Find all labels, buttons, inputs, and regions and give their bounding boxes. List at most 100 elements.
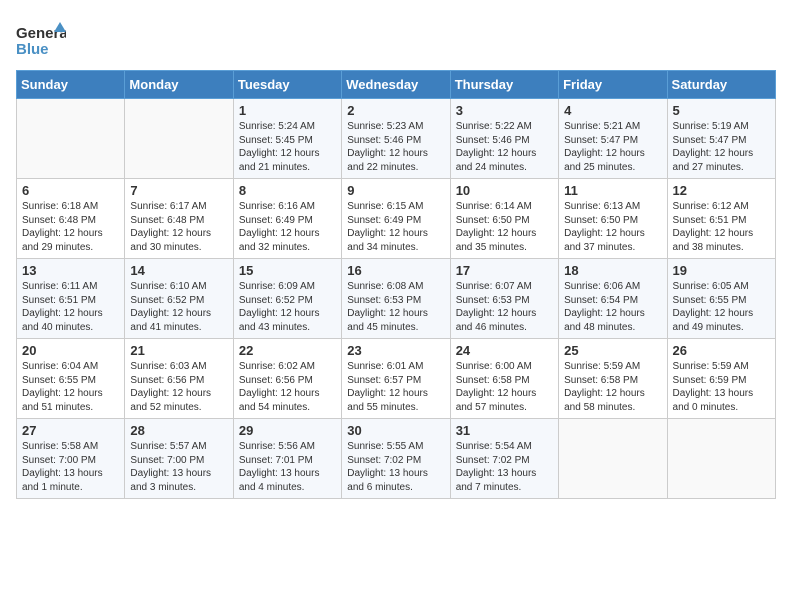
day-info: Sunrise: 5:19 AM Sunset: 5:47 PM Dayligh… [673, 120, 770, 174]
calendar-cell: 23 Sunrise: 6:01 AM Sunset: 6:57 PM Dayli… [342, 339, 450, 419]
calendar-week-4: 20 Sunrise: 6:04 AM Sunset: 6:55 PM Dayli… [17, 339, 776, 419]
logo-svg: General Blue [16, 20, 66, 62]
calendar-cell [667, 419, 775, 499]
day-number: 16 [347, 263, 444, 278]
day-number: 1 [239, 103, 336, 118]
calendar-cell: 5 Sunrise: 5:19 AM Sunset: 5:47 PM Daylig… [667, 99, 775, 179]
day-info: Sunrise: 5:23 AM Sunset: 5:46 PM Dayligh… [347, 120, 444, 174]
calendar-cell: 20 Sunrise: 6:04 AM Sunset: 6:55 PM Dayli… [17, 339, 125, 419]
calendar-cell: 30 Sunrise: 5:55 AM Sunset: 7:02 PM Dayli… [342, 419, 450, 499]
day-number: 9 [347, 183, 444, 198]
calendar-cell: 13 Sunrise: 6:11 AM Sunset: 6:51 PM Dayli… [17, 259, 125, 339]
day-info: Sunrise: 6:07 AM Sunset: 6:53 PM Dayligh… [456, 280, 553, 334]
day-info: Sunrise: 5:54 AM Sunset: 7:02 PM Dayligh… [456, 440, 553, 494]
calendar-header-row: SundayMondayTuesdayWednesdayThursdayFrid… [17, 71, 776, 99]
day-info: Sunrise: 6:13 AM Sunset: 6:50 PM Dayligh… [564, 200, 661, 254]
day-number: 3 [456, 103, 553, 118]
calendar-week-5: 27Sunrise: 5:58 AM Sunset: 7:00 PM Dayli… [17, 419, 776, 499]
calendar-cell: 16 Sunrise: 6:08 AM Sunset: 6:53 PM Dayli… [342, 259, 450, 339]
day-info: Sunrise: 6:09 AM Sunset: 6:52 PM Dayligh… [239, 280, 336, 334]
day-info: Sunrise: 6:16 AM Sunset: 6:49 PM Dayligh… [239, 200, 336, 254]
day-number: 29 [239, 423, 336, 438]
day-info: Sunrise: 5:22 AM Sunset: 5:46 PM Dayligh… [456, 120, 553, 174]
svg-text:Blue: Blue [16, 41, 49, 58]
day-info: Sunrise: 6:15 AM Sunset: 6:49 PM Dayligh… [347, 200, 444, 254]
weekday-header-friday: Friday [559, 71, 667, 99]
weekday-header-monday: Monday [125, 71, 233, 99]
weekday-header-saturday: Saturday [667, 71, 775, 99]
calendar-cell [17, 99, 125, 179]
day-number: 31 [456, 423, 553, 438]
day-number: 25 [564, 343, 661, 358]
calendar-week-1: 1 Sunrise: 5:24 AM Sunset: 5:45 PM Daylig… [17, 99, 776, 179]
day-info: Sunrise: 6:17 AM Sunset: 6:48 PM Dayligh… [130, 200, 227, 254]
day-number: 28 [130, 423, 227, 438]
calendar-cell: 11 Sunrise: 6:13 AM Sunset: 6:50 PM Dayli… [559, 179, 667, 259]
day-info: Sunrise: 6:11 AM Sunset: 6:51 PM Dayligh… [22, 280, 119, 334]
weekday-header-tuesday: Tuesday [233, 71, 341, 99]
calendar-cell: 14 Sunrise: 6:10 AM Sunset: 6:52 PM Dayli… [125, 259, 233, 339]
calendar-cell: 24 Sunrise: 6:00 AM Sunset: 6:58 PM Dayli… [450, 339, 558, 419]
calendar-cell: 27Sunrise: 5:58 AM Sunset: 7:00 PM Dayli… [17, 419, 125, 499]
day-info: Sunrise: 6:18 AM Sunset: 6:48 PM Dayligh… [22, 200, 119, 254]
day-info: Sunrise: 5:21 AM Sunset: 5:47 PM Dayligh… [564, 120, 661, 174]
day-info: Sunrise: 5:24 AM Sunset: 5:45 PM Dayligh… [239, 120, 336, 174]
calendar-cell: 25 Sunrise: 5:59 AM Sunset: 6:58 PM Dayli… [559, 339, 667, 419]
calendar-cell: 4Sunrise: 5:21 AM Sunset: 5:47 PM Daylig… [559, 99, 667, 179]
calendar-cell: 19 Sunrise: 6:05 AM Sunset: 6:55 PM Dayli… [667, 259, 775, 339]
day-number: 14 [130, 263, 227, 278]
calendar-cell: 7Sunrise: 6:17 AM Sunset: 6:48 PM Daylig… [125, 179, 233, 259]
day-info: Sunrise: 6:12 AM Sunset: 6:51 PM Dayligh… [673, 200, 770, 254]
calendar-cell: 6Sunrise: 6:18 AM Sunset: 6:48 PM Daylig… [17, 179, 125, 259]
calendar-cell: 21 Sunrise: 6:03 AM Sunset: 6:56 PM Dayli… [125, 339, 233, 419]
calendar-cell: 2 Sunrise: 5:23 AM Sunset: 5:46 PM Daylig… [342, 99, 450, 179]
day-info: Sunrise: 5:56 AM Sunset: 7:01 PM Dayligh… [239, 440, 336, 494]
calendar-cell: 18 Sunrise: 6:06 AM Sunset: 6:54 PM Dayli… [559, 259, 667, 339]
day-number: 30 [347, 423, 444, 438]
day-info: Sunrise: 5:55 AM Sunset: 7:02 PM Dayligh… [347, 440, 444, 494]
calendar-cell: 15 Sunrise: 6:09 AM Sunset: 6:52 PM Dayli… [233, 259, 341, 339]
calendar-cell: 29 Sunrise: 5:56 AM Sunset: 7:01 PM Dayli… [233, 419, 341, 499]
day-number: 13 [22, 263, 119, 278]
calendar-cell: 10Sunrise: 6:14 AM Sunset: 6:50 PM Dayli… [450, 179, 558, 259]
day-number: 12 [673, 183, 770, 198]
day-info: Sunrise: 6:05 AM Sunset: 6:55 PM Dayligh… [673, 280, 770, 334]
calendar-cell: 1 Sunrise: 5:24 AM Sunset: 5:45 PM Daylig… [233, 99, 341, 179]
day-number: 18 [564, 263, 661, 278]
day-info: Sunrise: 6:01 AM Sunset: 6:57 PM Dayligh… [347, 360, 444, 414]
day-number: 21 [130, 343, 227, 358]
day-number: 5 [673, 103, 770, 118]
day-number: 8 [239, 183, 336, 198]
day-number: 19 [673, 263, 770, 278]
calendar-cell: 8 Sunrise: 6:16 AM Sunset: 6:49 PM Daylig… [233, 179, 341, 259]
day-info: Sunrise: 6:08 AM Sunset: 6:53 PM Dayligh… [347, 280, 444, 334]
day-number: 11 [564, 183, 661, 198]
day-info: Sunrise: 6:06 AM Sunset: 6:54 PM Dayligh… [564, 280, 661, 334]
day-info: Sunrise: 6:00 AM Sunset: 6:58 PM Dayligh… [456, 360, 553, 414]
weekday-header-sunday: Sunday [17, 71, 125, 99]
page-header: General Blue [16, 16, 776, 62]
day-number: 27 [22, 423, 119, 438]
day-number: 15 [239, 263, 336, 278]
calendar-week-3: 13 Sunrise: 6:11 AM Sunset: 6:51 PM Dayli… [17, 259, 776, 339]
day-number: 20 [22, 343, 119, 358]
calendar-week-2: 6Sunrise: 6:18 AM Sunset: 6:48 PM Daylig… [17, 179, 776, 259]
calendar-cell: 9 Sunrise: 6:15 AM Sunset: 6:49 PM Daylig… [342, 179, 450, 259]
day-info: Sunrise: 6:03 AM Sunset: 6:56 PM Dayligh… [130, 360, 227, 414]
weekday-header-wednesday: Wednesday [342, 71, 450, 99]
day-number: 2 [347, 103, 444, 118]
calendar-cell: 3 Sunrise: 5:22 AM Sunset: 5:46 PM Daylig… [450, 99, 558, 179]
day-info: Sunrise: 6:02 AM Sunset: 6:56 PM Dayligh… [239, 360, 336, 414]
day-info: Sunrise: 6:10 AM Sunset: 6:52 PM Dayligh… [130, 280, 227, 334]
day-number: 24 [456, 343, 553, 358]
day-info: Sunrise: 6:04 AM Sunset: 6:55 PM Dayligh… [22, 360, 119, 414]
day-number: 22 [239, 343, 336, 358]
day-info: Sunrise: 5:59 AM Sunset: 6:59 PM Dayligh… [673, 360, 770, 414]
day-info: Sunrise: 5:57 AM Sunset: 7:00 PM Dayligh… [130, 440, 227, 494]
day-number: 23 [347, 343, 444, 358]
calendar-cell: 22 Sunrise: 6:02 AM Sunset: 6:56 PM Dayli… [233, 339, 341, 419]
day-info: Sunrise: 5:59 AM Sunset: 6:58 PM Dayligh… [564, 360, 661, 414]
day-number: 26 [673, 343, 770, 358]
calendar-cell [125, 99, 233, 179]
calendar-cell: 12 Sunrise: 6:12 AM Sunset: 6:51 PM Dayli… [667, 179, 775, 259]
